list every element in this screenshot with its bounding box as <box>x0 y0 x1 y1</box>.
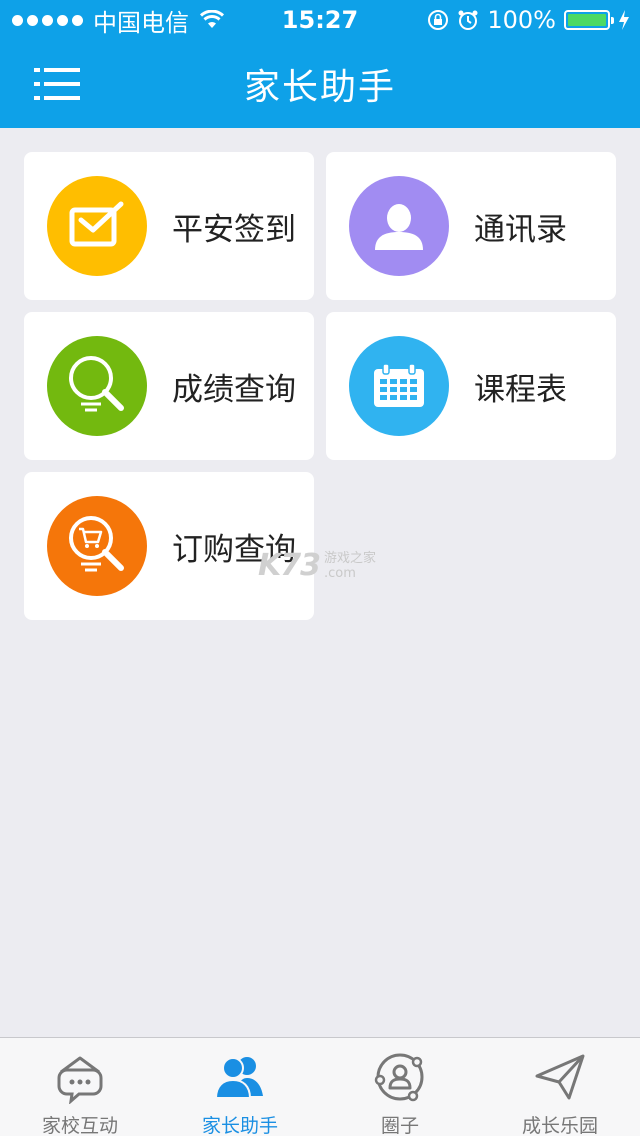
tab-label: 家长助手 <box>201 1115 278 1136</box>
tile-order-search[interactable]: 订购查询 <box>24 472 314 620</box>
tile-grade-search[interactable]: 成绩查询 <box>24 312 314 460</box>
battery-percent: 100% <box>487 6 556 34</box>
watermark: K73 游戏之家 .com <box>258 548 376 583</box>
tile-label: 平安签到 <box>172 211 296 248</box>
tile-schedule[interactable]: 课程表 <box>326 312 616 460</box>
tile-safe-check-in[interactable]: 平安签到 <box>24 152 314 300</box>
parents-icon <box>213 1050 267 1104</box>
tile-contacts[interactable]: 通讯录 <box>326 152 616 300</box>
tab-label: 成长乐园 <box>521 1115 598 1136</box>
nav-bar: 家长助手 <box>0 40 640 128</box>
tab-growth-park[interactable]: 成长乐园 <box>480 1038 640 1136</box>
check-in-icon <box>47 176 147 276</box>
grade-search-icon <box>47 336 147 436</box>
contact-person-icon <box>349 176 449 276</box>
charging-icon <box>619 10 629 30</box>
tile-label: 成绩查询 <box>172 371 296 408</box>
page-title: 家长助手 <box>243 67 396 108</box>
rotation-lock-icon <box>428 10 449 30</box>
watermark-text: 游戏之家 .com <box>324 551 376 581</box>
calendar-icon <box>349 336 449 436</box>
tab-label: 家校互动 <box>41 1115 118 1136</box>
watermark-line1: 游戏之家 <box>324 550 377 566</box>
alarm-icon <box>458 10 478 30</box>
tile-label: 课程表 <box>474 371 567 408</box>
tile-label: 通讯录 <box>474 211 567 248</box>
status-right: 100% <box>427 0 630 40</box>
order-search-icon <box>47 496 147 596</box>
tab-label: 圈子 <box>380 1115 419 1136</box>
watermark-line2: .com <box>324 565 356 581</box>
circle-person-icon <box>373 1050 427 1104</box>
tab-home-school[interactable]: 家校互动 <box>0 1038 160 1136</box>
watermark-logo: K73 <box>258 548 321 583</box>
chat-bubble-icon <box>53 1050 107 1104</box>
tab-bar: 家校互动 家长助手 圈子 成长乐园 <box>0 1037 640 1136</box>
battery-icon <box>564 10 614 30</box>
paper-plane-icon <box>533 1050 587 1104</box>
status-bar: 中国电信 15:27 100% <box>0 0 640 40</box>
tab-circle[interactable]: 圈子 <box>320 1038 480 1136</box>
tab-parent-assistant[interactable]: 家长助手 <box>160 1038 320 1136</box>
